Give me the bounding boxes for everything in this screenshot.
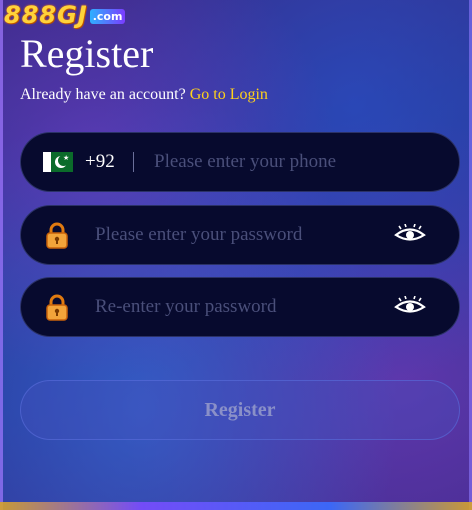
country-code[interactable]: +92	[85, 151, 121, 173]
register-button[interactable]: Register	[20, 380, 460, 440]
password-field	[20, 205, 460, 265]
password-input[interactable]	[95, 206, 393, 264]
logo-domain: .com	[89, 9, 126, 24]
eye-icon[interactable]	[393, 295, 427, 318]
phone-field: ★ +92	[20, 132, 460, 192]
login-prompt: Already have an account? Go to Login	[20, 86, 268, 104]
lock-icon	[43, 293, 71, 321]
confirm-password-field	[20, 277, 460, 337]
site-logo: 888GJ .com	[4, 0, 126, 29]
bottom-glow	[0, 502, 472, 510]
login-prompt-text: Already have an account?	[20, 86, 186, 103]
pakistan-flag-icon[interactable]: ★	[43, 152, 73, 172]
phone-divider	[133, 152, 134, 172]
go-to-login-link[interactable]: Go to Login	[190, 86, 268, 103]
confirm-password-input[interactable]	[95, 278, 393, 336]
logo-text: 888GJ	[4, 1, 88, 29]
page-title: Register	[20, 31, 154, 76]
lock-icon	[43, 221, 71, 249]
phone-input[interactable]	[154, 133, 459, 191]
eye-icon[interactable]	[393, 223, 427, 246]
